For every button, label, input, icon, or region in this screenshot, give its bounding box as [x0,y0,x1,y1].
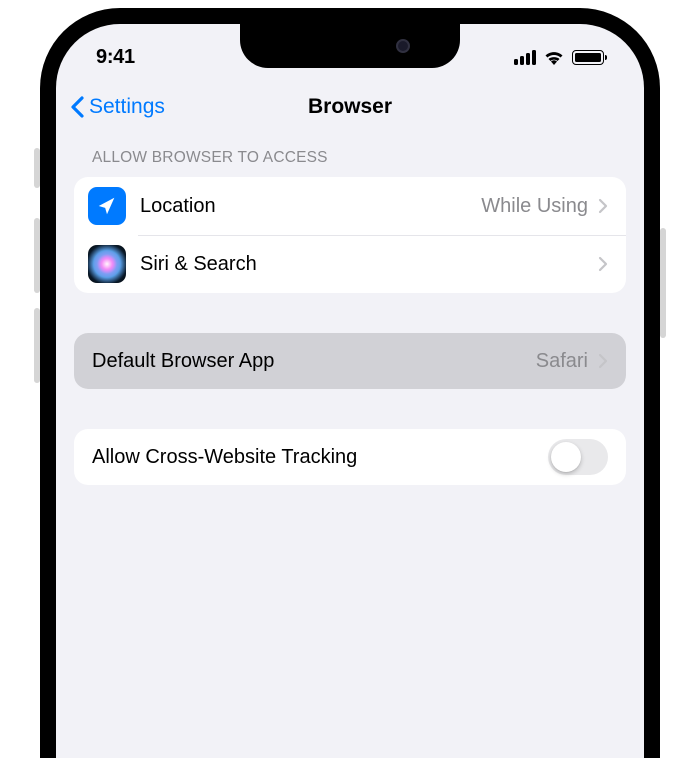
back-button[interactable]: Settings [70,95,165,119]
status-indicators [514,38,604,66]
default-browser-value: Safari [536,350,588,373]
wifi-icon [543,48,565,66]
iphone-frame: 9:41 Settings Browser [40,8,660,758]
volume-down-button [34,308,40,383]
screen: 9:41 Settings Browser [56,24,644,758]
front-camera [396,39,410,53]
location-row[interactable]: Location While Using [74,177,626,235]
location-icon [88,187,126,225]
siri-search-row[interactable]: Siri & Search [74,235,626,293]
navigation-bar: Settings Browser [56,80,644,134]
cross-website-tracking-row: Allow Cross-Website Tracking [74,429,626,485]
location-value: While Using [481,195,588,218]
content: ALLOW BROWSER TO ACCESS Location While U… [56,134,644,485]
siri-label: Siri & Search [140,253,598,276]
tracking-toggle[interactable] [548,439,608,475]
back-label: Settings [89,95,165,119]
location-label: Location [140,195,481,218]
default-browser-row[interactable]: Default Browser App Safari [74,333,626,389]
tracking-group: Allow Cross-Website Tracking [74,429,626,485]
toggle-knob [551,442,581,472]
cellular-icon [514,50,536,65]
chevron-right-icon [598,353,608,369]
page-title: Browser [308,95,392,119]
battery-icon [572,50,604,65]
access-list-group: Location While Using Siri & Search [74,177,626,293]
default-browser-label: Default Browser App [92,350,536,373]
chevron-left-icon [70,96,85,118]
section-header-access: ALLOW BROWSER TO ACCESS [74,149,626,177]
power-button [660,228,666,338]
status-time: 9:41 [96,36,135,69]
volume-up-button [34,218,40,293]
silent-switch [34,148,40,188]
notch [240,24,460,68]
default-browser-group: Default Browser App Safari [74,333,626,389]
tracking-label: Allow Cross-Website Tracking [92,446,548,469]
chevron-right-icon [598,256,608,272]
siri-icon [88,245,126,283]
chevron-right-icon [598,198,608,214]
